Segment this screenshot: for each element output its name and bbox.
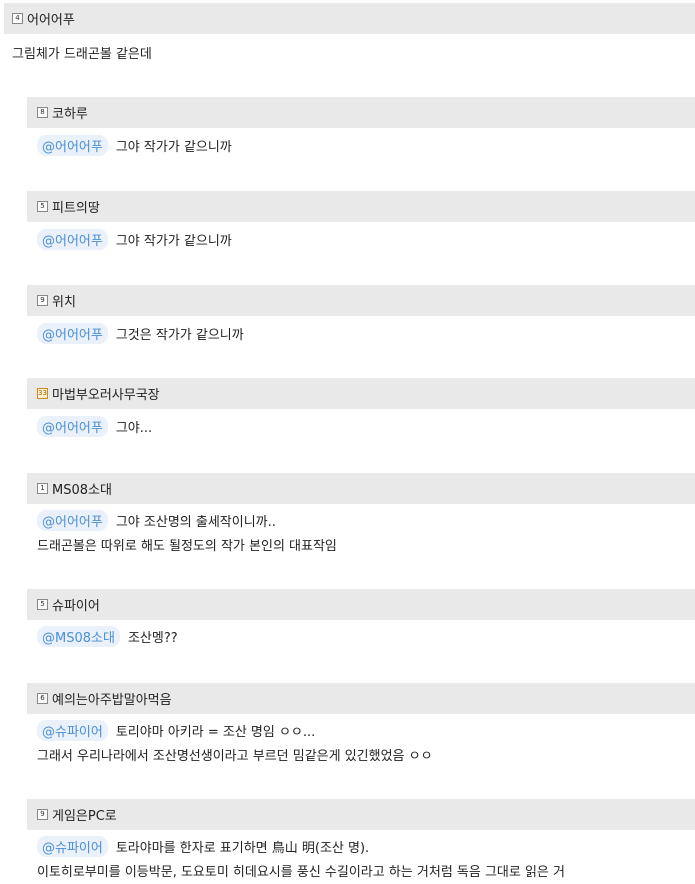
mention-tag[interactable]: @슈파이어 — [37, 720, 108, 741]
reply-text: 조산멩?? — [127, 631, 178, 646]
reply-body: @어어어푸 그야 작가가 같으니까 — [37, 135, 232, 156]
level-icon: 4 — [12, 13, 23, 24]
reply-nickname[interactable]: 게임은PC로 — [52, 805, 117, 824]
reply-body: @MS08소대 조산멩?? — [37, 626, 178, 647]
reply-text: 그야 조산명의 출세작이니까.. — [115, 515, 276, 530]
reply-text: 그야 작가가 같으니까 — [115, 140, 232, 155]
reply-header: 6 예의는아주밥말아먹음 — [27, 683, 695, 714]
reply-header: 1 MS08소대 — [27, 473, 695, 504]
reply-body: @어어어푸 그야... — [37, 416, 152, 437]
reply-body: @어어어푸 그야 조산명의 출세작이니까.. — [37, 510, 276, 531]
reply-nickname[interactable]: 마법부오러사무국장 — [52, 384, 160, 403]
reply-text: 토라야마를 한자로 표기하면 鳥山 明(조산 명). — [115, 841, 370, 856]
reply-text-line2: 그래서 우리나라에서 조산명선생이라고 부르던 밈같은게 있긴했었음 ㅇㅇ — [37, 749, 433, 764]
comment-header: 4 어어어푸 — [4, 3, 695, 34]
reply-text: 그것은 작가가 같으니까 — [115, 328, 244, 343]
reply-header: 9 위치 — [27, 285, 695, 316]
reply-body: @슈파이어 토라야마를 한자로 표기하면 鳥山 明(조산 명). — [37, 836, 369, 857]
reply-nickname[interactable]: 피트의땅 — [52, 197, 100, 216]
mention-tag[interactable]: @어어어푸 — [37, 323, 108, 344]
level-icon: 33 — [37, 388, 48, 399]
comment-text: 그림체가 드래곤볼 같은데 — [12, 47, 152, 62]
reply-body: @어어어푸 그것은 작가가 같으니까 — [37, 323, 244, 344]
mention-tag[interactable]: @어어어푸 — [37, 510, 108, 531]
reply-header: 8 코하루 — [27, 97, 695, 128]
mention-tag[interactable]: @어어어푸 — [37, 135, 108, 156]
level-icon: 8 — [37, 107, 48, 118]
reply-body: @어어어푸 그야 작가가 같으니까 — [37, 229, 232, 250]
level-icon: 1 — [37, 483, 48, 494]
mention-tag[interactable]: @어어어푸 — [37, 229, 108, 250]
reply-nickname[interactable]: MS08소대 — [52, 479, 112, 498]
mention-tag[interactable]: @슈파이어 — [37, 836, 108, 857]
reply-header: 5 슈파이어 — [27, 589, 695, 620]
reply-nickname[interactable]: 예의는아주밥말아먹음 — [52, 689, 172, 708]
reply-text: 그야 작가가 같으니까 — [115, 234, 232, 249]
level-icon: 9 — [37, 809, 48, 820]
reply-nickname[interactable]: 슈파이어 — [52, 595, 100, 614]
level-icon: 5 — [37, 599, 48, 610]
reply-header: 5 피트의땅 — [27, 191, 695, 222]
level-icon: 6 — [37, 693, 48, 704]
reply-nickname[interactable]: 코하루 — [52, 103, 88, 122]
mention-tag[interactable]: @어어어푸 — [37, 416, 108, 437]
level-icon: 5 — [37, 201, 48, 212]
comment-nickname[interactable]: 어어어푸 — [27, 9, 75, 28]
mention-tag[interactable]: @MS08소대 — [37, 626, 120, 647]
reply-body: @슈파이어 토리야마 아키라 = 조산 명임 ㅇㅇ... — [37, 720, 315, 741]
level-icon: 9 — [37, 295, 48, 306]
reply-header: 9 게임은PC로 — [27, 799, 695, 830]
reply-text: 그야... — [115, 421, 153, 436]
reply-text: 토리야마 아키라 = 조산 명임 ㅇㅇ... — [115, 725, 316, 740]
reply-text-line2: 이토히로부미를 이등박문, 도요토미 히데요시를 풍신 수길이라고 하는 거처럼… — [37, 865, 565, 880]
reply-text-line2: 드래곤볼은 따위로 해도 될정도의 작가 본인의 대표작임 — [37, 539, 337, 554]
reply-nickname[interactable]: 위치 — [52, 291, 76, 310]
reply-header: 33 마법부오러사무국장 — [27, 378, 695, 409]
